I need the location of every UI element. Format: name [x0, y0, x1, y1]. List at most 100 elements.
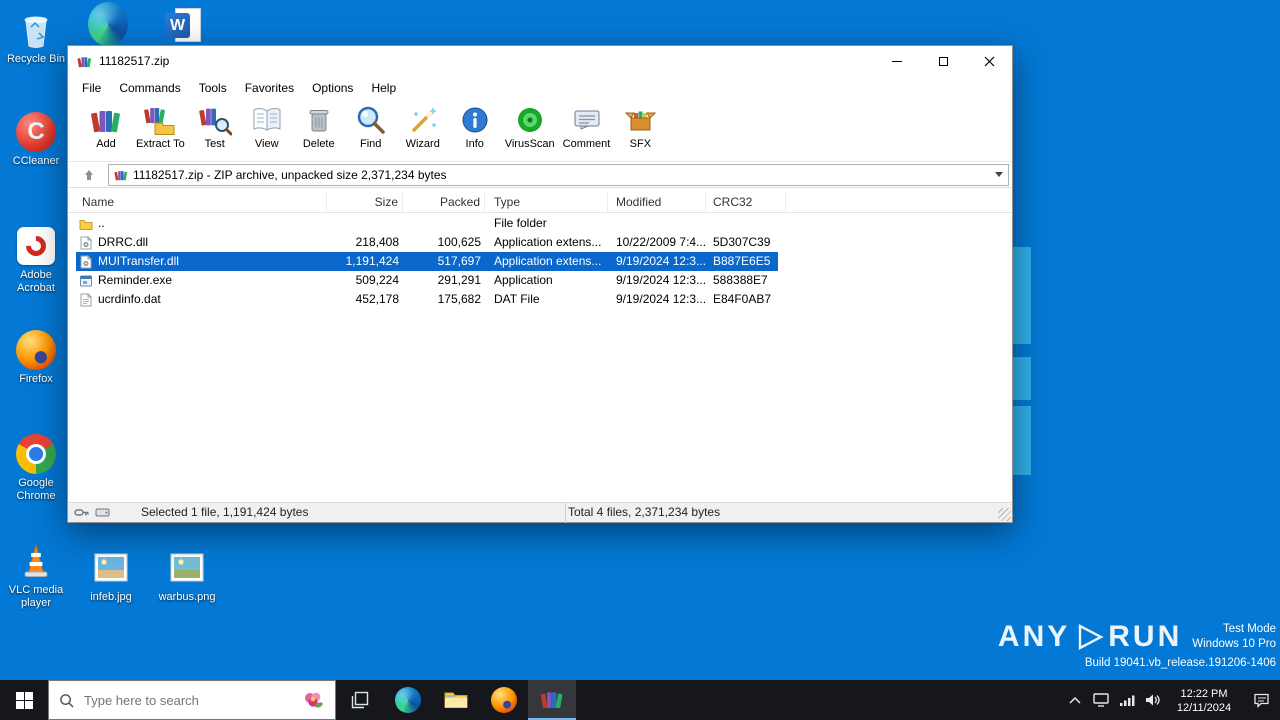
- desktop-icon-label: infeb.jpg: [90, 591, 132, 603]
- view-icon: [250, 103, 284, 137]
- winrar-archive-icon: [77, 54, 92, 69]
- winrar-icon: [540, 692, 563, 709]
- system-tray: 12:22 PM 12/11/2024: [1062, 680, 1280, 720]
- up-one-level-button[interactable]: [76, 165, 102, 185]
- column-header-crc32[interactable]: CRC32: [706, 192, 786, 213]
- edge-icon: [88, 2, 128, 46]
- combobox-dropdown-icon[interactable]: [995, 172, 1003, 177]
- wallpaper-light-streak: [1012, 247, 1031, 344]
- menu-favorites[interactable]: Favorites: [236, 77, 303, 99]
- desktop-icon-vlc[interactable]: VLC media player: [0, 541, 72, 610]
- file-explorer-icon: [444, 692, 468, 708]
- search-input[interactable]: [82, 691, 293, 709]
- tray-chevron-up[interactable]: [1062, 680, 1088, 720]
- archive-path-text: 11182517.zip - ZIP archive, unpacked siz…: [133, 167, 447, 182]
- file-row-ucrdinfo-dat[interactable]: ucrdinfo.dat 452,178 175,682 DAT File 9/…: [76, 290, 778, 309]
- desktop: Recycle Bin CCleaner Adobe Acrobat Firef…: [0, 0, 1280, 720]
- menu-file[interactable]: File: [73, 77, 110, 99]
- desktop-icon-label: VLC media player: [8, 584, 64, 609]
- virusscan-button[interactable]: VirusScan: [501, 102, 559, 151]
- taskbar-file-explorer-button[interactable]: [432, 680, 480, 720]
- acrobat-icon: [17, 227, 55, 265]
- info-button[interactable]: Info: [449, 102, 501, 151]
- tray-display[interactable]: [1088, 680, 1114, 720]
- file-row-parent-dir[interactable]: .. File folder: [76, 214, 778, 233]
- file-row-reminder-exe[interactable]: Reminder.exe 509,224 291,291 Application…: [76, 271, 778, 290]
- sfx-button[interactable]: SFX: [614, 102, 666, 151]
- key-icon[interactable]: [74, 505, 89, 520]
- address-bar: 11182517.zip - ZIP archive, unpacked siz…: [68, 162, 1012, 188]
- desktop-icon-label: Adobe Acrobat: [17, 269, 55, 294]
- taskbar-clock[interactable]: 12:22 PM 12/11/2024: [1166, 686, 1242, 715]
- file-row-drrc-dll[interactable]: DRRC.dll 218,408 100,625 Application ext…: [76, 233, 778, 252]
- wizard-button[interactable]: Wizard: [397, 102, 449, 151]
- taskbar-winrar-button-active[interactable]: [528, 680, 576, 720]
- desktop-icon-recycle-bin[interactable]: Recycle Bin: [0, 10, 72, 66]
- desktop-icon-ccleaner[interactable]: CCleaner: [0, 112, 72, 168]
- status-total: Total 4 files, 2,371,234 bytes: [568, 505, 721, 519]
- menu-commands[interactable]: Commands: [110, 77, 189, 99]
- clock-time: 12:22 PM: [1180, 687, 1228, 700]
- column-header-modified[interactable]: Modified: [608, 192, 706, 213]
- task-view-button[interactable]: [336, 680, 384, 720]
- title-bar[interactable]: 11182517.zip: [68, 46, 1012, 76]
- window-title: 11182517.zip: [99, 54, 170, 68]
- desktop-icon-adobe-acrobat[interactable]: Adobe Acrobat: [0, 226, 72, 295]
- desktop-icon-infeb-jpg[interactable]: infeb.jpg: [75, 548, 147, 604]
- maximize-button[interactable]: [920, 46, 966, 76]
- desktop-icon-warbus-png[interactable]: warbus.png: [151, 548, 223, 604]
- start-button[interactable]: [0, 680, 48, 720]
- delete-trash-icon: [302, 103, 336, 137]
- ccleaner-icon: [16, 112, 56, 152]
- desktop-icon-word-document[interactable]: [158, 7, 210, 47]
- delete-button[interactable]: Delete: [293, 102, 345, 151]
- test-button[interactable]: Test: [189, 102, 241, 151]
- taskbar-firefox-button[interactable]: [480, 680, 528, 720]
- zip-archive-icon: [114, 168, 128, 182]
- status-bar: Selected 1 file, 1,191,424 bytes Total 4…: [68, 502, 1012, 523]
- menu-bar: File Commands Tools Favorites Options He…: [68, 76, 1012, 100]
- comment-icon: [570, 103, 604, 137]
- column-header-type[interactable]: Type: [485, 192, 608, 213]
- drive-icon[interactable]: [95, 505, 110, 520]
- extract-icon: [143, 103, 177, 137]
- dat-file-icon: [80, 292, 93, 306]
- anyrun-watermark: ANY RUN Test Mode Windows 10 Pro Build 1…: [998, 620, 1276, 669]
- minimize-button[interactable]: [874, 46, 920, 76]
- minimize-icon: [892, 60, 902, 62]
- image-file-icon: [167, 548, 207, 588]
- windows-logo-icon: [15, 691, 33, 709]
- resize-grip[interactable]: [998, 508, 1011, 521]
- desktop-icon-firefox[interactable]: Firefox: [0, 330, 72, 386]
- taskbar: 12:22 PM 12/11/2024: [0, 680, 1280, 720]
- firefox-icon: [491, 687, 517, 713]
- menu-options[interactable]: Options: [303, 77, 362, 99]
- menu-help[interactable]: Help: [362, 77, 405, 99]
- find-button[interactable]: Find: [345, 102, 397, 151]
- archive-path-combobox[interactable]: 11182517.zip - ZIP archive, unpacked siz…: [108, 163, 1009, 186]
- menu-tools[interactable]: Tools: [190, 77, 236, 99]
- column-header-packed[interactable]: Packed: [403, 192, 485, 213]
- view-button[interactable]: View: [241, 102, 293, 151]
- desktop-icon-google-chrome[interactable]: Google Chrome: [0, 434, 72, 503]
- taskbar-search[interactable]: [48, 680, 336, 720]
- desktop-icon-edge[interactable]: [82, 2, 134, 46]
- comment-button[interactable]: Comment: [559, 102, 615, 151]
- column-header-size[interactable]: Size: [327, 192, 403, 213]
- file-row-muitransfer-dll-selected[interactable]: MUITransfer.dll 1,191,424 517,697 Applic…: [76, 252, 778, 271]
- up-arrow-icon: [85, 169, 93, 180]
- watermark-build: Build 19041.vb_release.191206-1406: [1084, 657, 1276, 669]
- add-button[interactable]: Add: [80, 102, 132, 151]
- close-button[interactable]: [966, 46, 1012, 76]
- status-selected: Selected 1 file, 1,191,424 bytes: [141, 505, 309, 519]
- action-center-button[interactable]: [1242, 680, 1280, 720]
- folder-up-icon: [79, 219, 93, 230]
- column-header-name[interactable]: Name: [76, 192, 327, 213]
- tray-volume[interactable]: [1140, 680, 1166, 720]
- column-headers: Name Size Packed Type Modified CRC32: [68, 192, 1012, 213]
- extract-to-button[interactable]: Extract To: [132, 102, 189, 151]
- toolbar: Add Extract To Test View Delete Find Wiz…: [68, 100, 1012, 162]
- taskbar-edge-button[interactable]: [384, 680, 432, 720]
- tray-network[interactable]: [1114, 680, 1140, 720]
- info-icon: [458, 103, 492, 137]
